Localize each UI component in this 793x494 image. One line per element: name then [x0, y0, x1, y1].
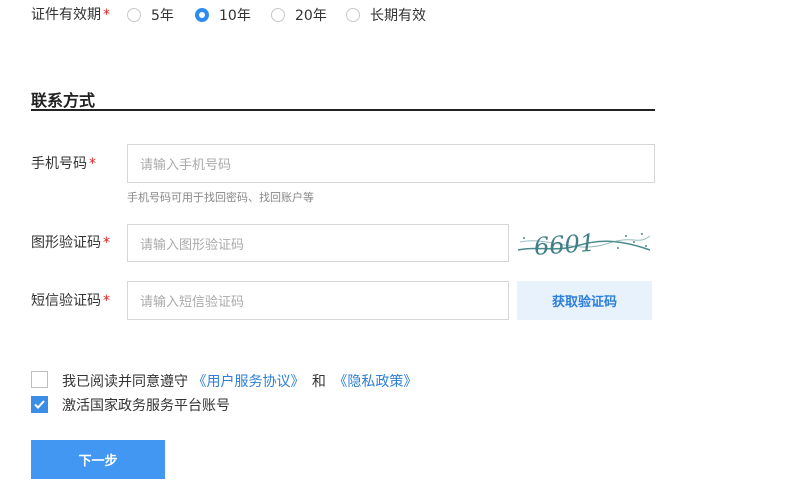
phone-hint: 手机号码可用于找回密码、找回账户等: [127, 191, 314, 204]
radio-button-selected[interactable]: [195, 8, 209, 22]
captcha-text: 6601: [533, 229, 596, 261]
image-code-label-text: 图形验证码: [31, 235, 101, 251]
user-agreement-link[interactable]: 《用户服务协议》: [192, 374, 304, 390]
radio-5-years[interactable]: 5年: [127, 5, 174, 25]
required-mark: *: [89, 156, 96, 172]
validity-label-text: 证件有效期: [31, 7, 101, 23]
agreement-text: 我已阅读并同意遵守 《用户服务协议》 和 《隐私政策》: [62, 371, 417, 391]
radio-label: 长期有效: [370, 8, 426, 24]
activate-label: 激活国家政务服务平台账号: [62, 398, 230, 414]
image-code-label: 图形验证码 *: [31, 233, 110, 253]
phone-placeholder: 请输入手机号码: [140, 158, 232, 173]
radio-20-years[interactable]: 20年: [271, 5, 327, 25]
privacy-policy-link[interactable]: 《隐私政策》: [333, 374, 417, 390]
section-title-contact: 联系方式: [31, 91, 96, 110]
checkmark-icon: [34, 400, 45, 409]
required-mark: *: [103, 7, 110, 23]
agreement-and: 和: [311, 374, 326, 390]
get-code-button[interactable]: 获取验证码: [517, 281, 652, 320]
phone-label: 手机号码 *: [31, 154, 96, 174]
radio-button[interactable]: [346, 8, 360, 22]
phone-input[interactable]: 请输入手机号码: [127, 144, 655, 183]
radio-label: 10年: [219, 8, 251, 24]
radio-button[interactable]: [271, 8, 285, 22]
section-divider: [31, 109, 655, 111]
required-mark: *: [103, 235, 110, 251]
next-step-button[interactable]: 下一步: [31, 440, 165, 479]
captcha-image-graphic: 6601: [517, 229, 651, 261]
sms-code-label: 短信验证码 *: [31, 291, 110, 311]
agreement-checkbox[interactable]: [31, 371, 48, 388]
image-code-placeholder: 请输入图形验证码: [140, 237, 245, 253]
phone-label-text: 手机号码: [31, 156, 87, 172]
validity-label: 证件有效期 *: [31, 5, 110, 25]
sms-code-label-text: 短信验证码: [31, 293, 101, 309]
radio-label: 20年: [295, 8, 327, 24]
radio-button[interactable]: [127, 8, 141, 22]
radio-label: 5年: [151, 8, 174, 24]
activate-checkbox[interactable]: [31, 396, 48, 413]
radio-10-years[interactable]: 10年: [195, 5, 251, 25]
image-code-input[interactable]: 请输入图形验证码: [127, 224, 509, 262]
captcha-image[interactable]: 6601: [516, 224, 652, 262]
agreement-prefix: 我已阅读并同意遵守: [62, 374, 188, 390]
required-mark: *: [103, 293, 110, 309]
radio-long-term[interactable]: 长期有效: [346, 5, 426, 25]
sms-code-input[interactable]: 请输入短信验证码: [127, 281, 509, 320]
sms-code-placeholder: 请输入短信验证码: [140, 295, 245, 310]
